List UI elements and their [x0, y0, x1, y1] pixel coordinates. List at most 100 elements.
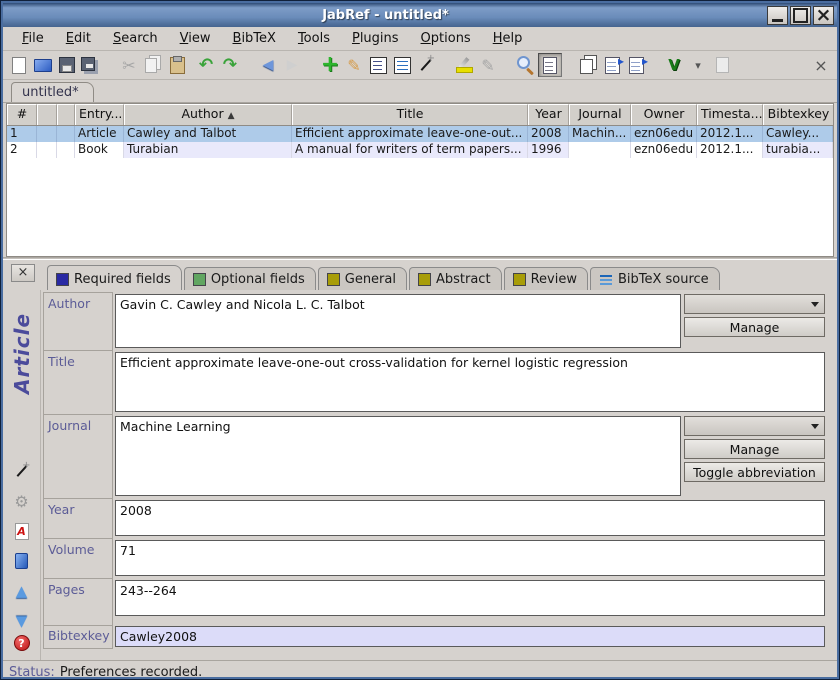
- file-tab-untitled[interactable]: untitled*: [11, 82, 94, 102]
- titlebar[interactable]: JabRef - untitled*: [3, 3, 837, 27]
- save-all-databases-icon[interactable]: [79, 53, 103, 77]
- new-entry-icon[interactable]: [318, 53, 342, 77]
- menu-tools[interactable]: Tools: [289, 29, 339, 48]
- menu-file[interactable]: File: [13, 29, 53, 48]
- menu-help[interactable]: Help: [484, 29, 532, 48]
- journal-autocomplete-dropdown[interactable]: [684, 416, 825, 436]
- help-icon[interactable]: ?: [10, 632, 34, 654]
- forward-icon[interactable]: [280, 53, 304, 77]
- copy-icon[interactable]: [141, 53, 165, 77]
- next-entry-icon[interactable]: [10, 610, 34, 632]
- bibtexkey-field-row: Bibtexkey: [43, 625, 825, 649]
- write-pdf-icon[interactable]: [10, 520, 34, 542]
- close-toolbar-icon[interactable]: [809, 53, 833, 77]
- tab-bibtex-source[interactable]: BibTeX source: [590, 267, 720, 290]
- redo-icon[interactable]: [218, 53, 242, 77]
- minimize-button[interactable]: [767, 6, 788, 25]
- push-to-application-icon[interactable]: [600, 53, 624, 77]
- undo-icon[interactable]: [194, 53, 218, 77]
- tab-general[interactable]: General: [318, 267, 407, 290]
- table-row[interactable]: 2 Book Turabian A manual for writers of …: [7, 142, 833, 158]
- close-button[interactable]: [813, 6, 834, 25]
- unmark-entries-icon[interactable]: [476, 53, 500, 77]
- edit-strings-icon[interactable]: [366, 53, 390, 77]
- open-database-icon[interactable]: [31, 53, 55, 77]
- column-header-timestamp[interactable]: Timesta...: [697, 104, 763, 125]
- menu-bibtex[interactable]: BibTeX: [224, 29, 285, 48]
- tab-required-fields[interactable]: Required fields: [47, 265, 182, 290]
- menubar: File Edit Search View BibTeX Tools Plugi…: [3, 27, 837, 51]
- table-row[interactable]: 1 Article Cawley and Talbot Efficient ap…: [7, 126, 833, 142]
- column-header-num[interactable]: #: [7, 104, 37, 125]
- volume-field-input[interactable]: [115, 540, 825, 576]
- journal-field-label: Journal: [43, 414, 113, 498]
- author-autocomplete-dropdown[interactable]: [684, 294, 825, 314]
- maximize-button[interactable]: [790, 6, 811, 25]
- column-header-icon1[interactable]: [37, 104, 57, 125]
- push-dropdown-caret-icon[interactable]: [686, 53, 710, 77]
- back-icon[interactable]: [256, 53, 280, 77]
- cut-icon[interactable]: [117, 53, 141, 77]
- cell-journal: [569, 142, 631, 158]
- manage-button[interactable]: Manage: [684, 439, 825, 459]
- push-to-lyx-icon[interactable]: [662, 53, 686, 77]
- previous-entry-icon[interactable]: [10, 580, 34, 602]
- entry-table: # Entry... Author ▲ Title Year Journal O…: [6, 103, 834, 257]
- generate-bibtexkey-icon[interactable]: [10, 460, 34, 482]
- cell-author: Cawley and Talbot: [124, 126, 292, 142]
- manage-button[interactable]: Manage: [684, 317, 825, 337]
- paste-icon[interactable]: [165, 53, 189, 77]
- column-header-entrytype[interactable]: Entry...: [75, 104, 124, 125]
- pages-field-input[interactable]: [115, 580, 825, 616]
- column-header-bibtexkey[interactable]: Bibtexkey: [763, 104, 833, 125]
- required-fields-panel: Author Manage Title Journal: [41, 290, 837, 660]
- column-header-author[interactable]: Author ▲: [124, 104, 292, 125]
- author-header-label: Author: [182, 106, 224, 121]
- column-header-owner[interactable]: Owner: [631, 104, 697, 125]
- cell-title: Efficient approximate leave-one-out...: [292, 126, 528, 142]
- tab-review[interactable]: Review: [504, 267, 588, 290]
- volume-field-label: Volume: [43, 538, 113, 578]
- menu-search[interactable]: Search: [104, 29, 167, 48]
- title-field-label: Title: [43, 350, 113, 414]
- title-field-input[interactable]: [115, 352, 825, 412]
- cell-owner: ezn06edu: [631, 126, 697, 142]
- file-tabstrip: untitled*: [3, 80, 837, 103]
- new-database-icon[interactable]: [7, 53, 31, 77]
- column-header-journal[interactable]: Journal: [569, 104, 631, 125]
- year-field-input[interactable]: [115, 500, 825, 536]
- column-header-year[interactable]: Year: [528, 104, 569, 125]
- cell-priority: [57, 126, 75, 142]
- mark-entries-icon[interactable]: [452, 53, 476, 77]
- menu-view[interactable]: View: [171, 29, 220, 48]
- bibtexkey-field-label: Bibtexkey: [43, 625, 113, 649]
- toggle-entry-preview-icon[interactable]: [538, 53, 562, 77]
- author-field-input[interactable]: [115, 294, 681, 348]
- journal-field-input[interactable]: [115, 416, 681, 496]
- search-icon[interactable]: [514, 53, 538, 77]
- new-from-plain-text-icon[interactable]: [576, 53, 600, 77]
- open-file-icon[interactable]: [710, 53, 734, 77]
- cell-entrytype: Article: [75, 126, 124, 142]
- save-database-icon[interactable]: [55, 53, 79, 77]
- tab-abstract[interactable]: Abstract: [409, 267, 502, 290]
- bibtexkey-field-input[interactable]: [115, 626, 825, 647]
- question-mark-glyph: ?: [14, 635, 30, 651]
- edit-preamble-icon[interactable]: [390, 53, 414, 77]
- edit-entry-icon[interactable]: [342, 53, 366, 77]
- toggle-abbreviation-button[interactable]: Toggle abbreviation: [684, 462, 825, 482]
- status-label: Status:: [9, 665, 55, 679]
- jabref-window: JabRef - untitled* File Edit Search View…: [0, 0, 840, 680]
- gear-icon[interactable]: [10, 490, 34, 512]
- menu-options[interactable]: Options: [412, 29, 480, 48]
- journal-field-row: Journal Manage Toggle abbreviation: [43, 414, 825, 498]
- column-header-icon2[interactable]: [57, 104, 75, 125]
- column-header-title[interactable]: Title: [292, 104, 528, 125]
- autogenerate-keys-icon[interactable]: [414, 53, 438, 77]
- menu-edit[interactable]: Edit: [57, 29, 100, 48]
- push-to-application-alt-icon[interactable]: [624, 53, 648, 77]
- write-xmp-icon[interactable]: [10, 550, 34, 572]
- tab-optional-fields[interactable]: Optional fields: [184, 267, 316, 290]
- close-entry-editor-button[interactable]: ×: [11, 264, 35, 282]
- menu-plugins[interactable]: Plugins: [343, 29, 408, 48]
